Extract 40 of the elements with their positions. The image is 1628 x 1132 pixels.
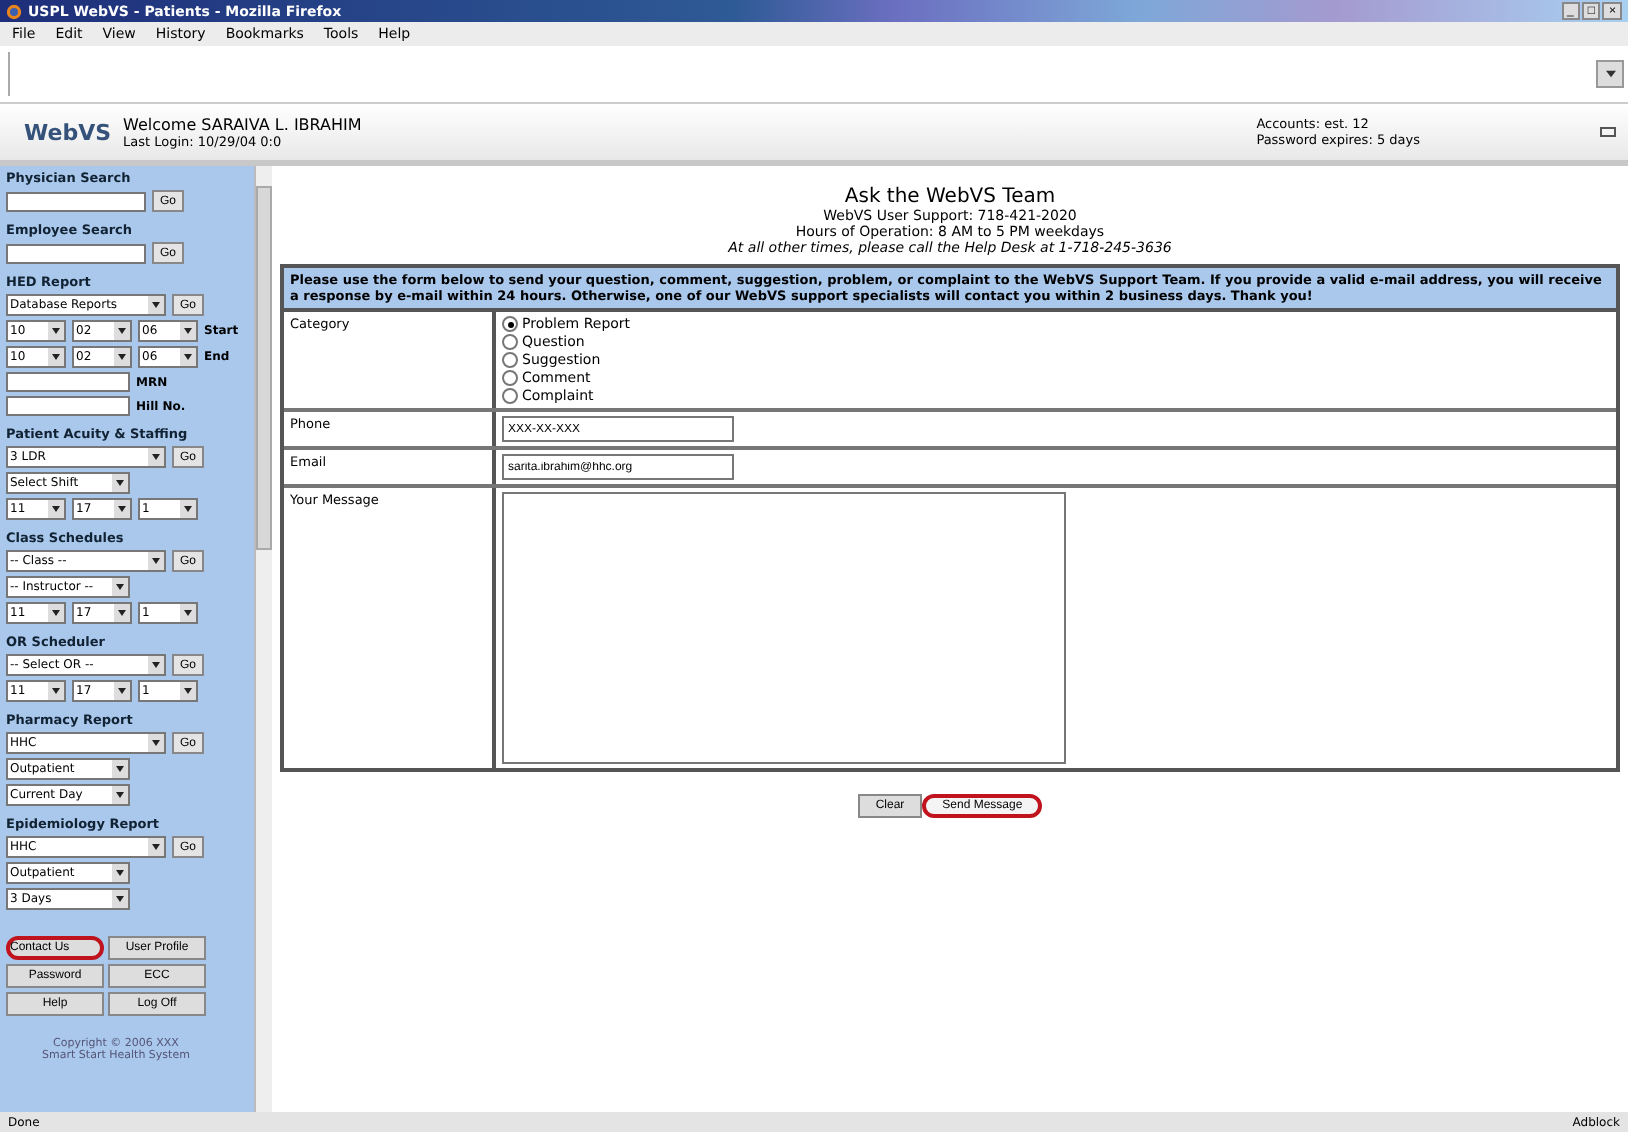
caret-icon (48, 682, 64, 700)
input-field[interactable] (6, 243, 146, 263)
caret-icon (148, 448, 164, 466)
caret-icon (112, 760, 128, 778)
print-icon[interactable] (1600, 124, 1616, 140)
logo: WebVS (24, 119, 112, 145)
caret-icon (180, 322, 196, 340)
caret-icon (114, 322, 130, 340)
input-field[interactable] (6, 396, 130, 416)
caret-icon (148, 656, 164, 674)
caret-icon (180, 604, 196, 622)
input-field[interactable] (6, 191, 146, 211)
caret-icon (148, 552, 164, 570)
caret-icon (180, 500, 196, 518)
caret-icon (114, 682, 130, 700)
caret-icon (48, 322, 64, 340)
caret-icon (112, 578, 128, 596)
caret-icon (180, 682, 196, 700)
caret-icon (48, 500, 64, 518)
caret-icon (180, 348, 196, 366)
caret-icon (148, 838, 164, 856)
caret-icon (48, 348, 64, 366)
caret-icon (112, 786, 128, 804)
browser-icon (6, 3, 22, 19)
caret-icon (48, 604, 64, 622)
caret-icon (148, 734, 164, 752)
caret-icon (112, 890, 128, 908)
welcome-text: Welcome SARAIVA L. IBRAHIM (123, 115, 362, 133)
input-field[interactable] (6, 372, 130, 392)
caret-icon (114, 348, 130, 366)
caret-icon (112, 864, 128, 882)
message-field[interactable] (502, 492, 1066, 764)
caret-icon (1605, 70, 1615, 78)
scrollbar[interactable] (254, 166, 272, 1112)
dropdown-button[interactable] (1596, 60, 1624, 88)
caret-icon (112, 474, 128, 492)
page-title: Ask the WebVS Team (844, 186, 1056, 208)
caret-icon (114, 604, 130, 622)
caret-icon (148, 296, 164, 314)
caret-icon (114, 500, 130, 518)
